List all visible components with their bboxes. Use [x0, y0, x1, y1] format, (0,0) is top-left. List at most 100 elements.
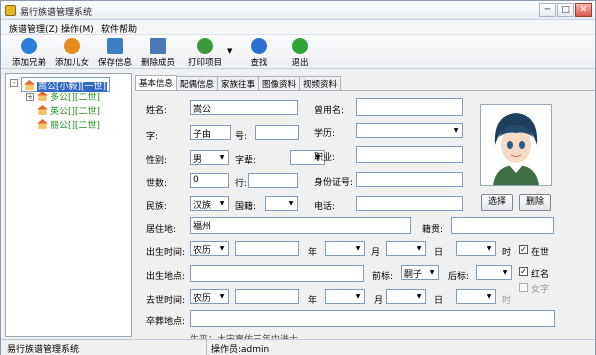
- residence-label: 居住地:: [146, 225, 177, 235]
- person-icon: [64, 38, 80, 54]
- burial-place-input[interactable]: [190, 310, 555, 327]
- name-label: 姓名:: [146, 106, 168, 116]
- prefix-select[interactable]: 嗣子 ▼: [401, 265, 439, 280]
- hao-input[interactable]: [255, 125, 299, 140]
- ethnic-select[interactable]: 汉族 ▼: [190, 196, 229, 211]
- chevron-down-icon: ▼: [219, 154, 225, 161]
- birth-calendar-select[interactable]: 农历 ▼: [190, 241, 229, 256]
- menu-operation[interactable]: 操作(M): [61, 22, 94, 35]
- alive-label: 在世: [531, 248, 550, 258]
- hao-label: 号:: [235, 132, 248, 142]
- nationality-label: 国籍:: [235, 202, 257, 212]
- birthplace-input[interactable]: [190, 265, 364, 282]
- job-label: 职业:: [314, 153, 336, 163]
- rank-label: 行:: [235, 179, 248, 189]
- select-photo-button[interactable]: 选择: [481, 194, 513, 211]
- status-divider: [206, 340, 207, 355]
- birth-hour-select[interactable]: ▼: [456, 241, 496, 256]
- chevron-down-icon: ▼: [486, 245, 492, 252]
- tab-basic-info[interactable]: 基本信息: [135, 75, 178, 90]
- female-label: 女字: [531, 285, 550, 295]
- alive-checkbox[interactable]: ✓: [519, 245, 528, 254]
- birth-month-select[interactable]: ▼: [325, 241, 365, 256]
- zi-input[interactable]: 子由: [190, 125, 231, 140]
- birth-day-select[interactable]: ▼: [386, 241, 426, 256]
- gender-select[interactable]: 男 ▼: [190, 150, 229, 165]
- toolbar: 添加兄弟 添加儿女 保存信息 删除成员 打印项目 ▼ 查找 退出: [1, 35, 595, 69]
- education-select[interactable]: ▼: [356, 123, 463, 138]
- redname-checkbox[interactable]: ✓: [519, 267, 528, 276]
- save-button[interactable]: 保存信息: [95, 37, 135, 68]
- print-dropdown-icon[interactable]: ▼: [227, 47, 232, 55]
- exit-button[interactable]: 退出: [280, 37, 320, 68]
- education-label: 学历:: [314, 129, 336, 139]
- add-sibling-button[interactable]: 添加兄弟: [9, 37, 49, 68]
- ethnic-label: 民族:: [146, 202, 168, 212]
- search-button[interactable]: 查找: [239, 37, 279, 68]
- female-checkbox[interactable]: [519, 283, 528, 292]
- tab-image-data[interactable]: 图像资料: [258, 76, 301, 90]
- status-bar: 易行族谱管理系统 操作员:admin: [1, 339, 595, 355]
- tree-node-child[interactable]: 丽公[][二世]: [37, 118, 100, 131]
- family-tree[interactable]: - 嵩公[小毅][一世] + 多公[][二世] 英公[][二世] 丽公[][二世…: [5, 73, 132, 337]
- month-unit: 月: [371, 248, 381, 258]
- delete-photo-button[interactable]: 删除: [519, 194, 551, 211]
- day-unit: 日: [434, 296, 444, 306]
- menu-genealogy[interactable]: 族谱管理(Z): [9, 22, 58, 35]
- tree-node-child[interactable]: 英公[][二世]: [37, 104, 100, 117]
- death-hour-select[interactable]: ▼: [456, 289, 496, 304]
- burial-place-label: 卒葬地点:: [146, 317, 186, 327]
- portrait-photo: [480, 104, 552, 186]
- maximize-button[interactable]: □: [557, 3, 574, 17]
- arrow-right-icon: [292, 38, 308, 54]
- hour-unit: 时: [502, 296, 512, 306]
- print-button[interactable]: 打印项目: [183, 37, 227, 68]
- minimize-button[interactable]: ─: [539, 3, 556, 17]
- name-input[interactable]: 嵩公: [190, 100, 298, 115]
- tab-video-data[interactable]: 视频资料: [299, 76, 342, 90]
- window-title: 易行族谱管理系统: [20, 8, 93, 18]
- hour-unit: 时: [502, 248, 512, 258]
- tree-node-child[interactable]: 多公[][二世]: [37, 90, 100, 103]
- origin-input[interactable]: [451, 217, 554, 234]
- chevron-down-icon: ▼: [219, 293, 225, 300]
- chevron-down-icon: ▼: [486, 293, 492, 300]
- generation-input[interactable]: 0: [190, 173, 229, 188]
- death-time-label: 去世时间:: [146, 296, 186, 306]
- year-unit: 年: [308, 248, 318, 258]
- house-icon: [24, 80, 35, 90]
- residence-input[interactable]: 福州: [190, 217, 411, 234]
- tab-spouse-info[interactable]: 配偶信息: [176, 76, 219, 90]
- chevron-down-icon: ▼: [219, 200, 225, 207]
- add-child-button[interactable]: 添加儿女: [52, 37, 92, 68]
- id-number-label: 身份证号:: [314, 178, 354, 188]
- chevron-down-icon: ▼: [416, 245, 422, 252]
- portrait-image: [481, 105, 551, 185]
- day-unit: 日: [434, 248, 444, 258]
- menu-bar: 族谱管理(Z) 操作(M) 软件帮助: [1, 20, 595, 35]
- collapse-icon[interactable]: -: [10, 79, 18, 87]
- death-month-select[interactable]: ▼: [325, 289, 365, 304]
- death-year-input[interactable]: [235, 289, 299, 304]
- menu-help[interactable]: 软件帮助: [101, 22, 137, 35]
- suffix-select[interactable]: ▼: [476, 265, 512, 280]
- prefix-label: 前标:: [372, 272, 394, 282]
- phone-input[interactable]: [356, 196, 463, 211]
- job-input[interactable]: [356, 146, 463, 163]
- expand-icon[interactable]: +: [26, 93, 34, 101]
- origin-label: 籍贯:: [422, 225, 444, 235]
- alias-label: 曾用名:: [314, 106, 345, 116]
- phone-label: 电话:: [314, 202, 336, 212]
- close-button[interactable]: ✕: [575, 3, 592, 17]
- birth-year-input[interactable]: [235, 241, 299, 256]
- id-number-input[interactable]: [356, 172, 463, 187]
- death-calendar-select[interactable]: 农历 ▼: [190, 289, 229, 304]
- chevron-down-icon: ▼: [355, 245, 361, 252]
- nationality-select[interactable]: ▼: [265, 196, 298, 211]
- delete-member-button[interactable]: 删除成员: [138, 37, 178, 68]
- rank-input[interactable]: [248, 173, 298, 188]
- alias-input[interactable]: [356, 98, 463, 116]
- chevron-down-icon: ▼: [219, 245, 225, 252]
- tab-family-history[interactable]: 家族往事: [217, 76, 260, 90]
- death-day-select[interactable]: ▼: [386, 289, 426, 304]
